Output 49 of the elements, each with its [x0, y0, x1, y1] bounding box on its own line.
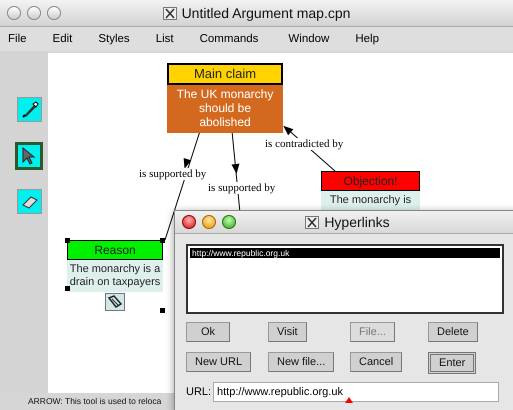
selection-handle[interactable] — [65, 238, 70, 243]
node-heading[interactable]: Main claim — [167, 63, 283, 85]
dialog-button[interactable]: New URL — [186, 352, 252, 372]
url-field[interactable]: http://www.republic.org.uk — [213, 382, 499, 402]
menu-item[interactable]: Help — [355, 31, 379, 47]
node-text[interactable]: The monarchy is a drain on taxpayers — [67, 260, 163, 292]
window-title: Untitled Argument map.cpn — [182, 5, 350, 21]
dialog-title: Hyperlinks — [324, 214, 390, 230]
close-button[interactable] — [182, 215, 196, 229]
pen-tool-button[interactable] — [17, 97, 42, 122]
menu-item[interactable]: Edit — [52, 31, 72, 47]
selection-handle[interactable] — [160, 308, 165, 313]
arrow-tool-button[interactable] — [15, 142, 43, 170]
dialog-button[interactable]: New file... — [268, 352, 334, 372]
dialog-button[interactable]: Cancel — [350, 352, 402, 372]
node-text[interactable]: The UK monarchy should be abolished — [167, 85, 283, 133]
text-cursor-icon — [345, 397, 353, 403]
zoom-button[interactable] — [47, 6, 61, 20]
node-heading[interactable]: Objection! — [321, 171, 420, 191]
dialog-button[interactable]: Ok — [186, 322, 230, 342]
minimize-button[interactable] — [27, 6, 41, 20]
pen-icon — [20, 100, 38, 118]
dialog-button[interactable]: Delete — [428, 322, 478, 342]
menu-item[interactable]: Window — [288, 31, 330, 47]
link-icon[interactable] — [105, 293, 125, 311]
dialog-button[interactable]: Enter — [428, 352, 476, 374]
connector-label: is supported by — [207, 182, 276, 194]
menu-item[interactable]: Commands — [200, 31, 258, 47]
dialog-button[interactable]: Visit — [268, 322, 307, 342]
cursor-icon — [20, 146, 38, 166]
eraser-tool-button[interactable] — [17, 189, 42, 214]
eraser-icon — [20, 194, 38, 210]
selection-handle[interactable] — [65, 286, 70, 291]
minimize-button[interactable] — [202, 215, 216, 229]
selection-handle[interactable] — [160, 238, 165, 243]
menu-item[interactable]: File — [8, 31, 27, 47]
menu-item[interactable]: List — [156, 31, 174, 47]
connector-label: is contradicted by — [264, 138, 344, 150]
zoom-button[interactable] — [222, 215, 236, 229]
url-label: URL: — [186, 386, 212, 398]
node-heading[interactable]: Reason — [67, 240, 163, 260]
x-window-icon — [162, 6, 177, 20]
status-text: ARROW: This tool is used to reloca — [28, 395, 162, 407]
url-list-item[interactable]: http://www.republic.org.uk — [190, 248, 500, 258]
node-text[interactable]: The monarchy is — [321, 191, 420, 210]
menu-item[interactable]: Styles — [98, 31, 130, 47]
connector-label: is supported by — [138, 168, 208, 180]
x-window-icon — [305, 216, 320, 228]
close-button[interactable] — [7, 6, 21, 20]
